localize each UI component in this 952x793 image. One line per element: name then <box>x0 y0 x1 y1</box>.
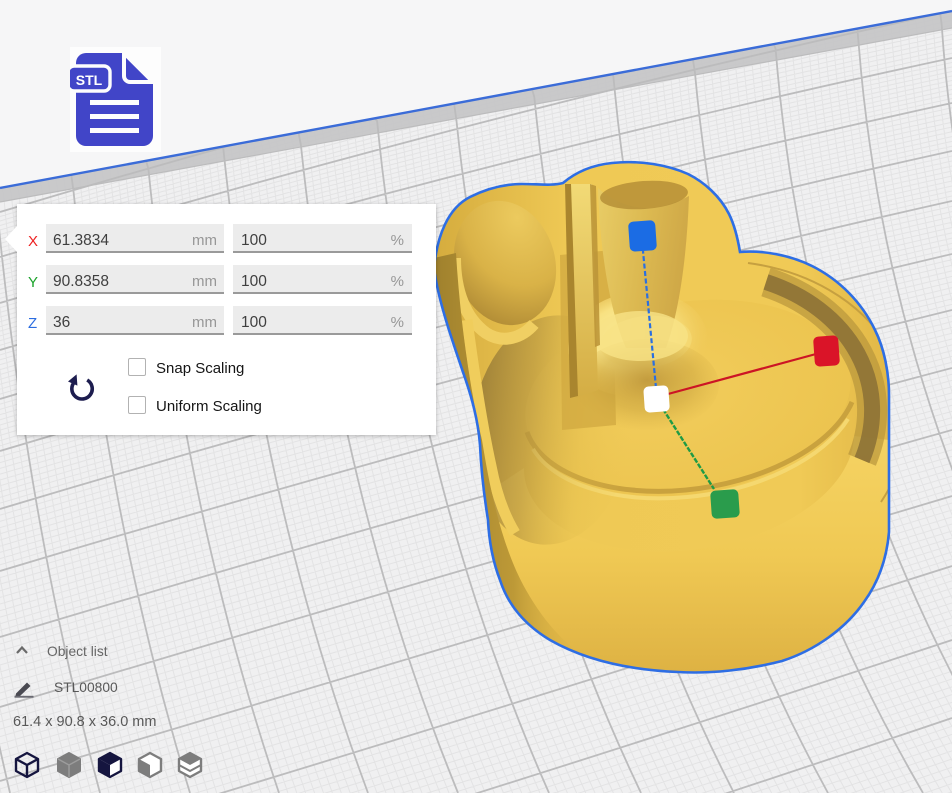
svg-text:STL: STL <box>76 72 103 88</box>
